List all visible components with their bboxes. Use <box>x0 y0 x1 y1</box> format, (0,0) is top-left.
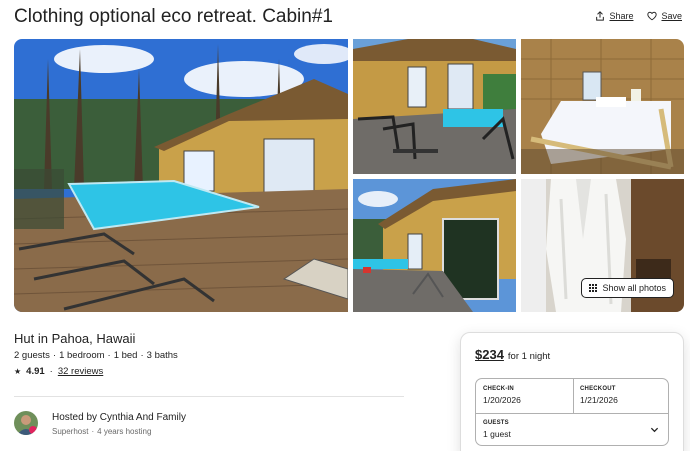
share-label: Share <box>609 11 634 21</box>
bath-count: 3 baths <box>146 350 178 361</box>
guests-count: 2 guests <box>14 350 50 361</box>
checkout-field[interactable]: CHECKOUT 1/21/2026 <box>580 386 618 405</box>
checkin-value: 1/20/2026 <box>483 395 521 405</box>
field-separator <box>573 379 574 413</box>
photo-main-pool[interactable] <box>14 39 348 312</box>
checkout-value: 1/21/2026 <box>580 395 618 405</box>
booking-card: $234 for 1 night CHECK-IN 1/20/2026 CHEC… <box>460 332 684 451</box>
reviews-link[interactable]: 32 reviews <box>58 366 103 377</box>
bedroom-count: 1 bedroom <box>59 350 105 361</box>
listing-subtitle: Hut in Pahoa, Hawaii <box>14 331 136 346</box>
checkin-label: CHECK-IN <box>483 386 514 392</box>
photo-robe[interactable]: Show all photos <box>521 179 684 312</box>
dot-separator: · <box>49 366 53 377</box>
host-avatar[interactable] <box>14 411 38 435</box>
superhost-badge: Superhost <box>52 427 89 436</box>
listing-details: 2 guests · 1 bedroom · 1 bed · 3 baths <box>14 350 178 361</box>
photo-deck-chairs[interactable] <box>353 39 516 174</box>
bed-count: 1 bed <box>113 350 138 361</box>
checkin-field[interactable]: CHECK-IN 1/20/2026 <box>483 386 521 405</box>
rating-row: ★ 4.91 · 32 reviews <box>14 366 103 377</box>
photo-bedroom[interactable] <box>521 39 684 174</box>
show-all-photos-label: Show all photos <box>602 283 666 293</box>
share-icon <box>596 11 605 21</box>
save-label: Save <box>661 11 682 21</box>
guests-field[interactable]: GUESTS 1 guest <box>483 420 511 439</box>
chevron-down-icon[interactable] <box>650 425 659 434</box>
hosting-years: 4 years hosting <box>97 427 152 436</box>
price[interactable]: $234 <box>475 347 504 362</box>
photo-gallery: Show all photos <box>14 39 684 312</box>
guests-label: GUESTS <box>483 420 509 426</box>
dot-separator: · <box>140 350 144 361</box>
star-icon: ★ <box>14 367 22 376</box>
save-button[interactable]: Save <box>647 11 682 21</box>
show-all-photos-button[interactable]: Show all photos <box>581 278 674 298</box>
rating-score: 4.91 <box>26 366 45 377</box>
grid-icon <box>589 284 598 292</box>
dot-separator: · <box>91 427 95 436</box>
dot-separator: · <box>107 350 111 361</box>
price-period: for 1 night <box>507 351 551 362</box>
date-guest-picker: CHECK-IN 1/20/2026 CHECKOUT 1/21/2026 GU… <box>475 378 669 446</box>
price-row: $234 for 1 night <box>475 347 550 362</box>
listing-title: Clothing optional eco retreat. Cabin#1 <box>14 6 333 27</box>
top-actions: Share Save <box>595 11 682 21</box>
field-separator <box>476 413 668 414</box>
host-meta: Superhost · 4 years hosting <box>52 427 151 436</box>
photo-cabins-pool[interactable] <box>353 179 516 312</box>
share-button[interactable]: Share <box>595 11 633 21</box>
guests-value: 1 guest <box>483 429 511 439</box>
host-name: Hosted by Cynthia And Family <box>52 412 186 423</box>
dot-separator: · <box>52 350 57 361</box>
divider <box>14 396 404 397</box>
checkout-label: CHECKOUT <box>580 386 616 392</box>
heart-icon <box>647 11 658 21</box>
